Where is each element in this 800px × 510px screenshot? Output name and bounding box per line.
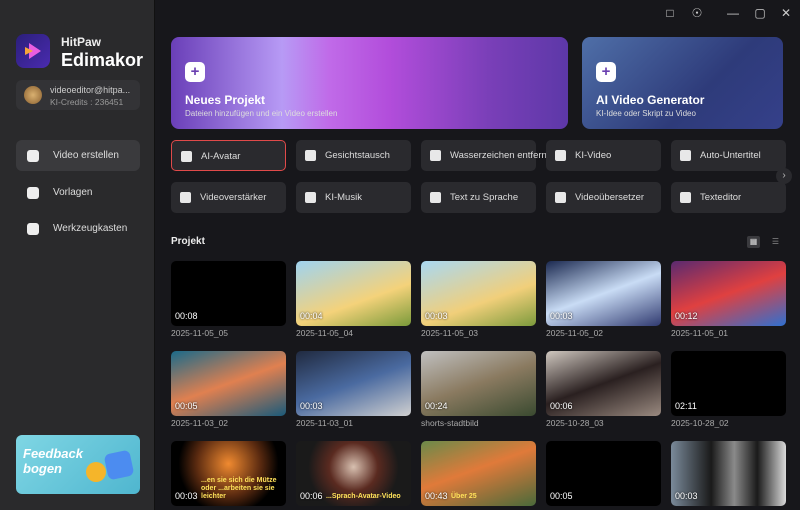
project-thumbnail[interactable]: 00:06 — [546, 351, 661, 416]
tool-ai-video[interactable]: KI-Video — [546, 140, 661, 171]
close-icon[interactable]: ✕ — [779, 6, 793, 20]
duration: 00:05 — [550, 491, 573, 501]
project-thumbnail[interactable]: 00:03 — [546, 261, 661, 326]
project-name: 2025-10-28_02 — [671, 418, 729, 428]
brand-name: HitPaw — [61, 35, 102, 49]
project-thumbnail[interactable]: 00:06 ...Sprach-Avatar-Video — [296, 441, 411, 506]
user-account[interactable]: videoeditor@hitpa... KI-Credits : 236451 — [16, 80, 140, 110]
caption: ...en sie sich die Mütze oder ...arbeite… — [201, 477, 277, 500]
tool-face-swap[interactable]: Gesichtstausch — [296, 140, 411, 171]
tool-translate[interactable]: Videoübersetzer — [546, 182, 661, 213]
face-swap-icon — [305, 150, 316, 161]
duration: 00:03 — [675, 491, 698, 501]
cc-icon — [680, 150, 691, 161]
duration: 00:08 — [175, 311, 198, 321]
project-name: 2025-11-03_01 — [296, 418, 354, 428]
caption: Über 25 — [451, 493, 477, 500]
list-view-icon[interactable]: ☰ — [769, 236, 782, 248]
duration: 00:03 — [300, 401, 323, 411]
duration: 02:11 — [675, 401, 697, 411]
watermark-remove-icon — [430, 150, 441, 161]
translate-icon — [555, 192, 566, 203]
new-project-card[interactable]: + Neues Projekt Dateien hinzufügen und e… — [171, 37, 568, 129]
project-thumbnail[interactable]: 00:03 ...en sie sich die Mütze oder ...ar… — [171, 441, 286, 506]
heart-eyes-emoji-icon — [86, 462, 106, 482]
project-name: 2025-11-05_05 — [171, 328, 229, 338]
enhancer-icon — [180, 192, 191, 203]
avatar — [24, 86, 42, 104]
maximize-icon[interactable]: ▢ — [753, 6, 767, 20]
sidebar-item-video-erstellen[interactable]: Video erstellen — [16, 140, 140, 171]
sidebar: HitPaw Edimakor videoeditor@hitpa... KI-… — [0, 0, 155, 510]
duration: 00:12 — [675, 311, 698, 321]
project-name: 2025-10-28_03 — [546, 418, 604, 428]
feedback-banner[interactable]: Feedback bogen — [16, 435, 140, 494]
toolbox-icon — [27, 223, 39, 235]
project-thumbnail[interactable]: 00:24 — [421, 351, 536, 416]
duration: 00:04 — [300, 311, 323, 321]
settings-icon[interactable]: ☉ — [690, 6, 704, 20]
project-thumbnail[interactable]: 00:12 — [671, 261, 786, 326]
play-icon — [103, 449, 135, 481]
project-thumbnail[interactable]: 00:43 Über 25 — [421, 441, 536, 506]
chevron-right-icon[interactable]: › — [776, 168, 792, 184]
duration: 00:06 — [550, 401, 573, 411]
duration: 00:06 — [300, 491, 323, 501]
user-email: videoeditor@hitpa... — [50, 85, 131, 95]
project-thumbnail[interactable]: 00:04 — [296, 261, 411, 326]
tool-enhancer[interactable]: Videoverstärker — [171, 182, 286, 213]
duration: 00:03 — [550, 311, 573, 321]
ai-video-icon — [555, 150, 566, 161]
tool-cc[interactable]: Auto-Untertitel — [671, 140, 786, 171]
duration: 00:24 — [425, 401, 448, 411]
tool-watermark-remove[interactable]: Wasserzeichen entfernen — [421, 140, 557, 171]
project-thumbnail[interactable]: 00:05 — [171, 351, 286, 416]
project-thumbnail[interactable]: 00:03 — [671, 441, 786, 506]
caption: ...Sprach-Avatar-Video — [326, 493, 401, 500]
project-name: shorts-stadtbild — [421, 418, 479, 428]
feedback-icon[interactable]: □ — [663, 6, 677, 20]
avatar-icon — [181, 151, 192, 162]
tts-icon — [430, 192, 441, 203]
section-title: Projekt — [171, 236, 205, 247]
project-name: 2025-11-05_02 — [546, 328, 604, 338]
tool-avatar[interactable]: AI-Avatar — [171, 140, 286, 171]
duration: 00:03 — [175, 491, 198, 501]
text-editor-icon — [680, 192, 691, 203]
tool-tts[interactable]: Text zu Sprache — [421, 182, 536, 213]
project-name: 2025-11-03_02 — [171, 418, 229, 428]
user-credits: KI-Credits : 236451 — [50, 97, 124, 107]
plus-icon: + — [185, 62, 205, 82]
tool-music[interactable]: KI-Musik — [296, 182, 411, 213]
project-thumbnail[interactable]: 02:11 — [671, 351, 786, 416]
music-icon — [305, 192, 316, 203]
grid-view-icon[interactable]: ▦ — [747, 236, 760, 248]
tool-text-editor[interactable]: Texteditor — [671, 182, 786, 213]
sidebar-item-werkzeugkasten[interactable]: Werkzeugkasten — [16, 213, 140, 244]
sidebar-item-vorlagen[interactable]: Vorlagen — [16, 177, 140, 208]
templates-icon — [27, 187, 39, 199]
project-name: 2025-11-05_03 — [421, 328, 479, 338]
duration: 00:43 — [425, 491, 448, 501]
project-thumbnail[interactable]: 00:03 — [421, 261, 536, 326]
duration: 00:05 — [175, 401, 198, 411]
project-thumbnail[interactable]: 00:05 — [546, 441, 661, 506]
minimize-icon[interactable]: — — [726, 6, 740, 20]
app-logo — [16, 34, 50, 68]
project-name: 2025-11-05_04 — [296, 328, 354, 338]
project-thumbnail[interactable]: 00:03 — [296, 351, 411, 416]
product-name: Edimakor — [61, 50, 144, 70]
video-create-icon — [27, 150, 39, 162]
duration: 00:03 — [425, 311, 448, 321]
ai-video-generator-card[interactable]: + AI Video Generator KI-Idee oder Skript… — [582, 37, 783, 129]
project-name: 2025-11-05_01 — [671, 328, 729, 338]
plus-icon: + — [596, 62, 616, 82]
project-thumbnail[interactable]: 00:08 — [171, 261, 286, 326]
